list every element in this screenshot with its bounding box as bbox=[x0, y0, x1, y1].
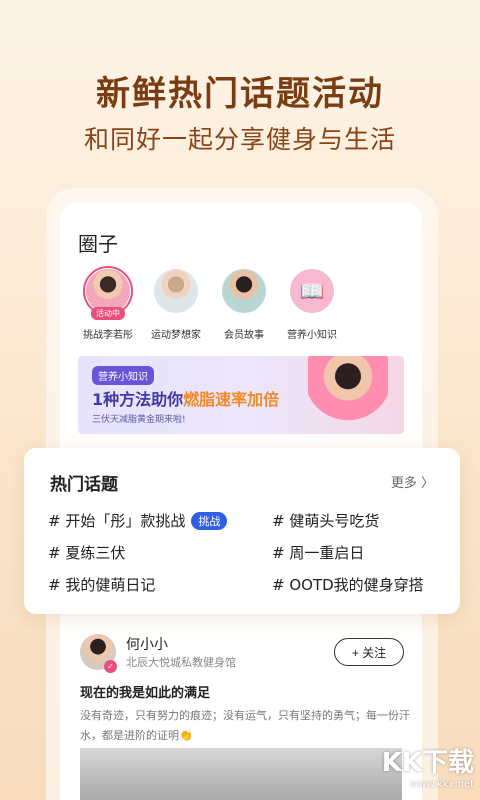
banner-subtitle: 三伏天减脂黄金期来啦! bbox=[92, 415, 186, 425]
challenge-badge: 挑战 bbox=[191, 511, 228, 530]
site-watermark: KK下载 www.kkx.net bbox=[382, 742, 474, 790]
promo-subline: 和同好一起分享健身与生活 bbox=[83, 125, 396, 154]
promo-headline: 新鲜热门话题活动 bbox=[96, 74, 384, 114]
banner-photo bbox=[308, 356, 388, 434]
topic-label: # OOTD我的健身穿搭 bbox=[272, 576, 424, 594]
topic-label: # 周一重启日 bbox=[272, 544, 365, 562]
avatar: 📖 bbox=[287, 266, 337, 316]
avatar-image bbox=[222, 269, 266, 313]
verified-icon: ✓ bbox=[104, 660, 117, 673]
banner-title-prefix: 1种方法助你 bbox=[92, 390, 184, 409]
topic-item[interactable]: # 健萌头号吃货 bbox=[272, 510, 379, 531]
circle-label: 运动梦想家 bbox=[151, 330, 201, 341]
banner-title: 1种方法助你燃脂速率加倍 bbox=[92, 386, 279, 410]
circle-label: 会员故事 bbox=[224, 330, 264, 341]
topic-label: # 开始「彤」款挑战 bbox=[48, 512, 186, 530]
topic-label: # 夏练三伏 bbox=[48, 544, 126, 562]
post-body: 没有奇迹，只有努力的痕迹；没有运气，只有坚持的勇气；每一份汗水，都是进阶的证明👏 bbox=[80, 709, 410, 742]
post-image[interactable] bbox=[80, 748, 402, 800]
topic-item[interactable]: # 夏练三伏 bbox=[48, 542, 125, 563]
active-badge: 活动中 bbox=[91, 307, 125, 320]
topic-label: # 健萌头号吃货 bbox=[272, 512, 380, 530]
banner-tag: 营养小知识 bbox=[92, 366, 154, 385]
circles-row: 活动中 挑战李若彤 运动梦想家 会员故事 📖 营养小知识 bbox=[74, 266, 414, 341]
topic-item[interactable]: # OOTD我的健身穿搭 bbox=[272, 574, 424, 595]
post-title: 现在的我是如此的满足 bbox=[80, 686, 211, 701]
watermark-logo-text: KK下载 bbox=[381, 748, 474, 778]
circle-item-challenge[interactable]: 活动中 挑战李若彤 bbox=[74, 266, 142, 341]
hot-topics-title: 热门话题 bbox=[50, 475, 118, 495]
promo-banner[interactable]: 营养小知识 1种方法助你燃脂速率加倍 三伏天减脂黄金期来啦! bbox=[78, 356, 404, 434]
circle-label: 挑战李若彤 bbox=[83, 330, 133, 341]
circle-label: 营养小知识 bbox=[287, 330, 337, 341]
topic-item[interactable]: # 开始「彤」款挑战 挑战 bbox=[48, 510, 228, 531]
circles-title: 圈子 bbox=[78, 232, 118, 256]
circle-item-sport-dreamer[interactable]: 运动梦想家 bbox=[142, 266, 210, 341]
hot-topics-card: 热门话题 更多 〉 # 开始「彤」款挑战 挑战 # 健萌头号吃货 # 夏练三伏 … bbox=[24, 448, 460, 614]
topic-item[interactable]: # 我的健萌日记 bbox=[48, 574, 155, 595]
more-link[interactable]: 更多 〉 bbox=[391, 472, 434, 491]
post-card[interactable]: ✓ 何小小 北辰大悦城私教健身馆 + 关注 现在的我是如此的满足 没有奇迹，只有… bbox=[60, 614, 422, 800]
banner-title-highlight: 燃脂速率加倍 bbox=[183, 390, 280, 409]
follow-button[interactable]: + 关注 bbox=[334, 638, 404, 666]
book-icon: 📖 bbox=[299, 279, 325, 303]
avatar-image: 📖 bbox=[290, 269, 334, 313]
post-author[interactable]: 何小小 bbox=[126, 634, 168, 654]
post-author-description: 北辰大悦城私教健身馆 bbox=[126, 656, 236, 669]
circle-item-member-story[interactable]: 会员故事 bbox=[210, 266, 278, 341]
circle-item-nutrition[interactable]: 📖 营养小知识 bbox=[278, 266, 346, 341]
avatar bbox=[219, 266, 269, 316]
avatar: 活动中 bbox=[83, 266, 133, 320]
avatar bbox=[151, 266, 201, 316]
topic-label: # 我的健萌日记 bbox=[48, 576, 156, 594]
topic-item[interactable]: # 周一重启日 bbox=[272, 542, 364, 563]
watermark-url: www.kkx.net bbox=[410, 779, 474, 790]
avatar-image bbox=[154, 269, 198, 313]
